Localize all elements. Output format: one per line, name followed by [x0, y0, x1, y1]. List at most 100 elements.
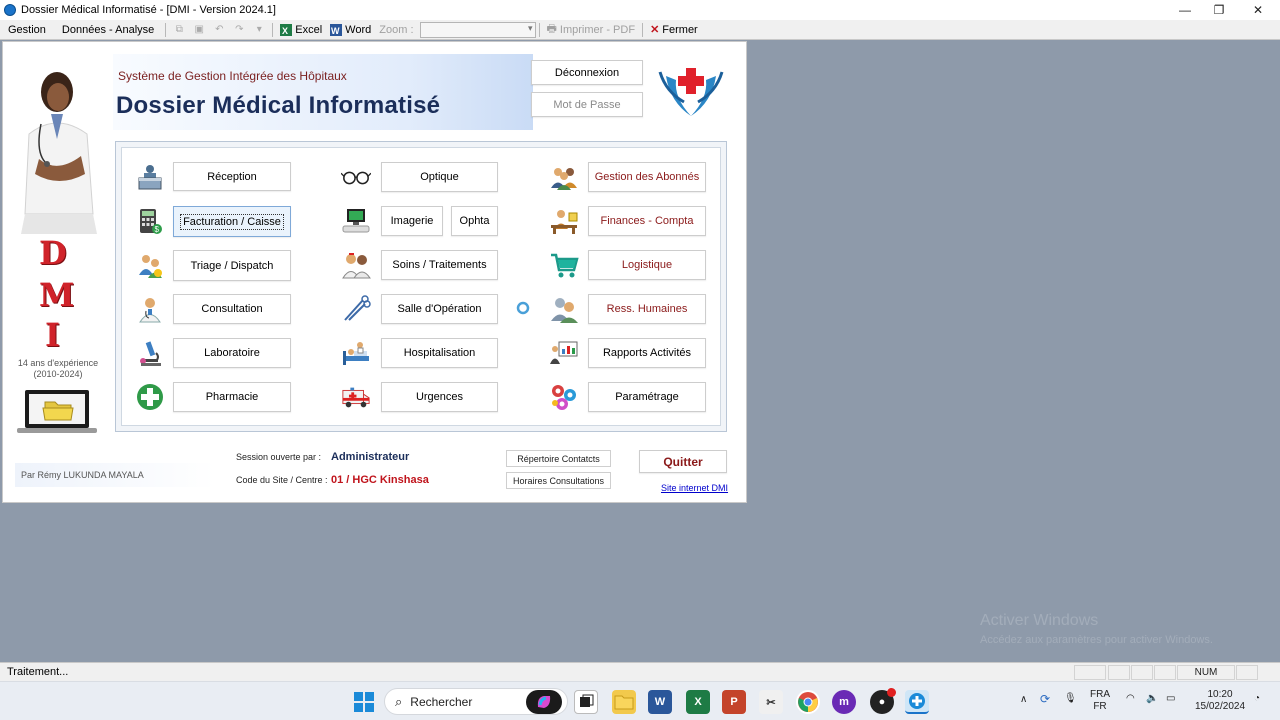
chevron-up-icon[interactable]: ∧ [1020, 694, 1027, 706]
print-pdf-button[interactable]: 🖶 Imprimer - PDF [543, 20, 640, 39]
optique-button[interactable]: Optique [381, 162, 498, 192]
copilot-icon[interactable] [526, 690, 562, 714]
logistique-button[interactable]: Logistique [588, 250, 706, 280]
hospitalisation-button[interactable]: Hospitalisation [381, 338, 498, 368]
reception-desk-icon [135, 162, 165, 192]
keyboard-code: FR [1093, 701, 1107, 712]
activation-watermark-text: Accédez aux paramètres pour activer Wind… [980, 634, 1213, 646]
urgences-button[interactable]: Urgences [381, 382, 498, 412]
loading-ring-icon [516, 301, 530, 315]
toolbar-separator [165, 22, 167, 37]
search-placeholder: Rechercher [410, 694, 473, 709]
surgical-scissors-icon [341, 294, 371, 324]
dropdown-icon[interactable]: ▾ [252, 23, 266, 37]
triage-dispatch-button[interactable]: Triage / Dispatch [173, 250, 291, 281]
close-button[interactable]: ✕ [1240, 0, 1276, 20]
human-resources-icon [549, 294, 579, 324]
hospital-bed-icon [341, 338, 371, 368]
triage-people-icon [135, 250, 165, 280]
status-cell [1131, 665, 1153, 680]
maximize-button[interactable]: ❐ [1201, 0, 1237, 20]
status-text: Traitement... [7, 666, 69, 678]
reports-presentation-icon [549, 338, 579, 368]
paste-icon[interactable]: ▣ [192, 23, 206, 37]
notifications-icon[interactable]: ◔ [1254, 693, 1260, 705]
quitter-button[interactable]: Quitter [639, 450, 727, 473]
wifi-icon[interactable]: ◠ [1126, 693, 1135, 705]
facturation-caisse-button[interactable]: Facturation / Caisse [173, 206, 291, 237]
app-title: Dossier Médical Informatisé [116, 92, 441, 119]
excel-app-icon[interactable]: X [686, 690, 710, 714]
gestion-abonnes-button[interactable]: Gestion des Abonnés [588, 162, 706, 192]
menu-gestion[interactable]: Gestion [0, 21, 54, 39]
excel-label: Excel [295, 23, 323, 36]
menu-donnees-analyse[interactable]: Données - Analyse [54, 21, 162, 39]
zoom-select[interactable] [419, 21, 536, 38]
sync-icon[interactable]: ⟳ [1040, 693, 1050, 705]
dmi-letter-i: I [45, 316, 60, 354]
salle-operation-button[interactable]: Salle d'Opération [381, 294, 498, 324]
snipping-tool-icon[interactable]: ✂ [759, 690, 783, 714]
status-cell [1108, 665, 1130, 680]
imaging-computer-icon [341, 206, 371, 236]
status-cell [1074, 665, 1106, 680]
parametrage-button[interactable]: Paramétrage [588, 382, 706, 412]
imagerie-button[interactable]: Imagerie [381, 206, 443, 236]
windows-start-icon[interactable] [352, 690, 376, 714]
mu-app-icon[interactable]: m [832, 690, 856, 714]
site-value: 01 / HGC Kinshasa [331, 474, 429, 486]
mot-de-passe-button[interactable]: Mot de Passe [531, 92, 643, 117]
app-subtitle: Système de Gestion Intégrée des Hôpitaux [118, 69, 347, 83]
finance-desk-icon [549, 206, 579, 236]
facturation-caisse-label: Facturation / Caisse [180, 213, 284, 230]
recording-app-icon[interactable]: ● [870, 688, 896, 714]
undo-icon[interactable]: ↶ [212, 23, 226, 37]
powerpoint-app-icon[interactable]: P [722, 690, 746, 714]
battery-icon[interactable]: ▭ [1166, 693, 1175, 705]
word-button[interactable]: W Word [326, 23, 375, 36]
ress-humaines-button[interactable]: Ress. Humaines [588, 294, 706, 324]
language-indicator[interactable]: FRA FR [1090, 689, 1110, 713]
session-user: Administrateur [331, 451, 410, 463]
redo-icon[interactable]: ↷ [232, 23, 246, 37]
minimize-button[interactable]: — [1167, 0, 1203, 20]
chrome-icon[interactable] [796, 690, 820, 714]
clock-date: 15/02/2024 [1194, 701, 1246, 712]
doctor-consultation-icon [135, 294, 165, 324]
horaires-consultations-button[interactable]: Horaires Consultations [506, 472, 611, 489]
repertoire-contacts-button[interactable]: Répertoire Contatcts [506, 450, 611, 467]
laboratoire-button[interactable]: Laboratoire [173, 338, 291, 368]
pharmacy-cross-icon [135, 382, 165, 412]
fermer-button[interactable]: ✕ Fermer [646, 23, 702, 37]
copy-icon[interactable]: ⧉ [172, 23, 186, 37]
task-view-icon[interactable] [574, 690, 598, 714]
window-title: Dossier Médical Informatisé - [DMI - Ver… [21, 4, 276, 16]
rapports-activites-button[interactable]: Rapports Activités [588, 338, 706, 368]
dmi-app-taskbar-icon[interactable] [905, 690, 929, 714]
word-icon: W [330, 23, 343, 36]
finances-compta-button[interactable]: Finances - Compta [588, 206, 706, 236]
word-app-icon[interactable]: W [648, 690, 672, 714]
settings-gears-icon [549, 382, 579, 412]
dmi-letter-m: M [39, 276, 75, 314]
ophta-button[interactable]: Ophta [451, 206, 498, 236]
experience-line2: (2010-2024) [33, 369, 83, 379]
consultation-button[interactable]: Consultation [173, 294, 291, 324]
excel-icon: X [280, 23, 293, 36]
laptop-folder-icon [17, 390, 97, 433]
toolbar-separator [272, 22, 274, 37]
calculator-icon: $ [135, 206, 165, 236]
microphone-icon[interactable]: 🎙 [1064, 693, 1077, 705]
site-internet-link[interactable]: Site internet DMI [661, 483, 728, 493]
status-cell [1236, 665, 1258, 680]
file-explorer-icon[interactable] [612, 690, 636, 714]
excel-button[interactable]: X Excel [276, 23, 326, 36]
reception-button[interactable]: Réception [173, 162, 291, 191]
svg-text:X: X [282, 26, 288, 36]
soins-traitements-button[interactable]: Soins / Traitements [381, 250, 498, 280]
clock[interactable]: 10:20 15/02/2024 [1190, 689, 1250, 713]
volume-icon[interactable]: 🔈 [1146, 693, 1158, 705]
experience-line1: 14 ans d'expérience [17, 358, 99, 368]
deconnexion-button[interactable]: Déconnexion [531, 60, 643, 85]
pharmacie-button[interactable]: Pharmacie [173, 382, 291, 412]
